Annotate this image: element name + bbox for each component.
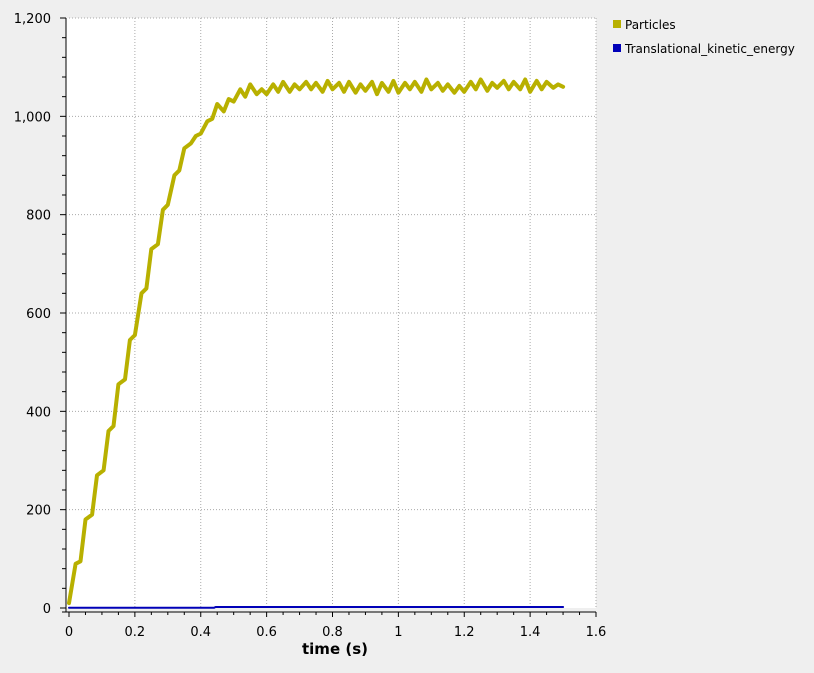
legend-swatch xyxy=(613,20,621,28)
x-tick-label: 0.4 xyxy=(190,625,211,640)
legend-swatch xyxy=(613,44,621,52)
y-tick-label: 400 xyxy=(26,405,51,420)
chart: 0 0.2 0.4 0.6 0.8 1 1.2 1.4 1.6 0 200 400 600 800 1,00… xyxy=(14,12,795,658)
legend: Particles Translational_kinetic_energy xyxy=(613,18,795,56)
x-axis-label: time (s) xyxy=(302,640,368,658)
legend-label: Translational_kinetic_energy xyxy=(624,42,795,56)
x-tick-label: 1.2 xyxy=(454,625,475,640)
y-tick-label: 0 xyxy=(43,602,51,617)
y-tick-label: 200 xyxy=(26,504,51,519)
x-tick-label: 0 xyxy=(65,625,73,640)
y-tick-label: 600 xyxy=(26,307,51,322)
x-tick-label: 0.6 xyxy=(256,625,277,640)
x-tick-label: 1 xyxy=(394,625,402,640)
series-line-2 xyxy=(68,606,565,609)
x-tick-label: 1.4 xyxy=(520,625,541,640)
y-tick-label: 1,000 xyxy=(14,110,51,125)
y-tick-label: 800 xyxy=(26,209,51,224)
y-tick-label: 1,200 xyxy=(14,12,51,27)
x-tick-label: 0.8 xyxy=(322,625,343,640)
x-tick-label: 1.6 xyxy=(586,625,607,640)
legend-label: Particles xyxy=(625,18,676,32)
x-tick-label: 0.2 xyxy=(125,625,146,640)
